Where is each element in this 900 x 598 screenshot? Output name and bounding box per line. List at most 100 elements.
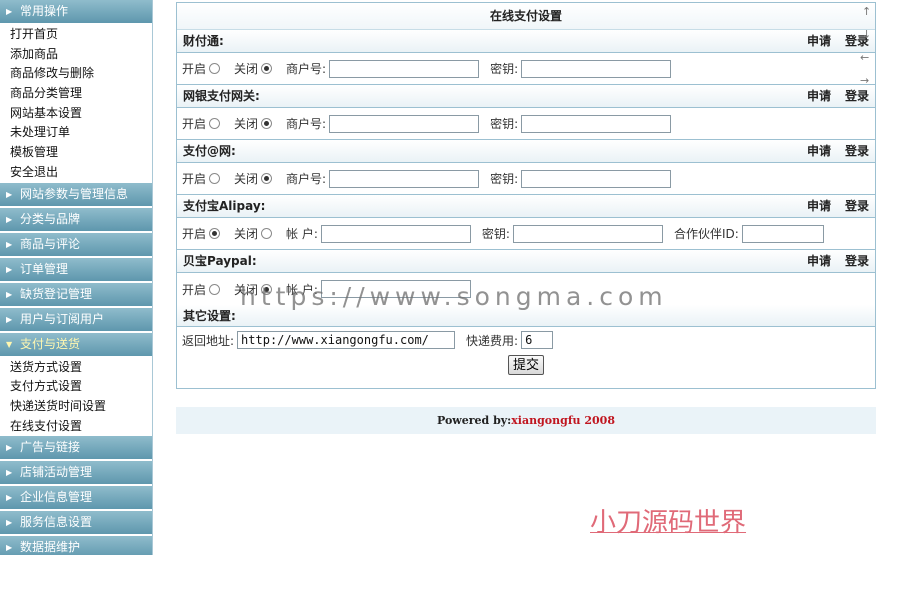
sidebar-item-delivery-time[interactable]: 快递送货时间设置	[0, 397, 152, 417]
merchant-label: 商户号:	[286, 172, 327, 186]
arrow-up-icon[interactable]: ↑	[862, 5, 871, 18]
open-label: 开启	[182, 282, 207, 297]
close-radio[interactable]	[261, 173, 273, 184]
merchant-input[interactable]	[329, 59, 480, 78]
key-label: 密钥:	[490, 172, 519, 186]
delivery-fee-input[interactable]: 6	[521, 331, 554, 349]
sidebar-section-products-reviews[interactable]: ▶ 商品与评论	[0, 232, 152, 256]
close-label: 关闭	[234, 172, 259, 186]
sidebar-item-add-product[interactable]: 添加商品	[0, 45, 152, 65]
close-label: 关闭	[234, 62, 259, 76]
triangle-right-icon: ▶	[6, 468, 13, 478]
open-radio[interactable]	[209, 283, 221, 295]
login-link[interactable]: 登录	[845, 254, 869, 268]
gateway-row-alipay: 开启 关闭 帐 户: 密钥: 合作伙伴ID:	[177, 218, 875, 250]
account-input[interactable]	[320, 224, 471, 243]
sidebar-section-common[interactable]: ▶ 常用操作	[0, 0, 152, 23]
return-address-label: 返回地址:	[182, 333, 235, 348]
triangle-right-icon: ▶	[6, 443, 13, 453]
sidebar: ▶ 常用操作 打开首页 添加商品 商品修改与删除 商品分类管理 网站基本设置 未处…	[0, 0, 153, 555]
arrow-right-icon[interactable]: →	[860, 74, 869, 87]
close-radio[interactable]	[261, 118, 273, 129]
triangle-right-icon: ▶	[6, 214, 13, 224]
sidebar-item-templates[interactable]: 模板管理	[0, 143, 152, 163]
triangle-down-icon: ▼	[6, 339, 13, 349]
sidebar-item-delivery-methods[interactable]: 送货方式设置	[0, 358, 152, 378]
return-address-input[interactable]: http://www.xiangongfu.com/	[237, 331, 456, 349]
sidebar-section-company-info[interactable]: ▶ 企业信息管理	[0, 486, 152, 510]
gateway-name: 网银支付网关:	[183, 89, 260, 103]
sidebar-item-open-home[interactable]: 打开首页	[0, 25, 152, 45]
triangle-right-icon: ▶	[6, 189, 13, 199]
sidebar-section-data-maintenance[interactable]: ▶ 数据据维护	[0, 536, 152, 555]
gateway-header-paypal: 贝宝Paypal: 申请 登录	[177, 250, 875, 273]
apply-link[interactable]: 申请	[807, 34, 831, 48]
sidebar-item-edit-product[interactable]: 商品修改与删除	[0, 64, 152, 84]
account-label: 帐 户:	[286, 227, 318, 241]
close-radio[interactable]	[261, 63, 273, 74]
login-link[interactable]: 登录	[845, 144, 869, 158]
key-label: 密钥:	[490, 117, 519, 131]
powered-by-footer: Powered by:xiangongfu 2008	[176, 407, 876, 434]
gateway-row-payatnet: 开启 关闭 商户号: 密钥:	[177, 163, 875, 195]
online-payment-panel: 在线支付设置 财付通: 申请 登录 开启 关闭 商户号: 密钥: 网银支付网关: …	[176, 2, 876, 389]
open-label: 开启	[182, 62, 207, 76]
close-label: 关闭	[234, 117, 259, 131]
merchant-label: 商户号:	[286, 62, 327, 76]
sidebar-item-payment-methods[interactable]: 支付方式设置	[0, 377, 152, 397]
partner-id-input[interactable]	[741, 224, 824, 243]
open-radio[interactable]	[209, 228, 221, 239]
open-radio[interactable]	[209, 63, 221, 74]
sidebar-section-service-info[interactable]: ▶ 服务信息设置	[0, 511, 152, 535]
arrow-down-icon[interactable]: ↓	[862, 28, 871, 41]
merchant-input[interactable]	[329, 114, 480, 133]
powered-prefix: Powered by:	[436, 414, 512, 427]
sidebar-item-site-settings[interactable]: 网站基本设置	[0, 104, 152, 124]
open-label: 开启	[182, 117, 207, 131]
apply-link[interactable]: 申请	[807, 199, 831, 213]
key-label: 密钥:	[481, 227, 510, 241]
sidebar-section-shop-events[interactable]: ▶ 店铺活动管理	[0, 461, 152, 485]
key-input[interactable]	[521, 114, 672, 133]
other-settings-title: 其它设置:	[183, 309, 236, 323]
open-label: 开启	[182, 227, 207, 241]
sidebar-item-online-payment[interactable]: 在线支付设置	[0, 417, 152, 437]
submit-button[interactable]: 提交	[507, 355, 544, 375]
open-radio[interactable]	[209, 173, 221, 184]
merchant-label: 商户号:	[286, 117, 327, 131]
sidebar-section-ads-links[interactable]: ▶ 广告与链接	[0, 436, 152, 460]
delivery-fee-label: 快递费用:	[466, 333, 519, 348]
gateway-header-tenpay: 财付通: 申请 登录	[177, 30, 875, 53]
apply-link[interactable]: 申请	[807, 254, 831, 268]
triangle-right-icon: ▶	[6, 264, 13, 274]
arrow-left-icon[interactable]: ←	[860, 51, 869, 64]
merchant-input[interactable]	[329, 169, 480, 188]
key-input[interactable]	[521, 59, 672, 78]
apply-link[interactable]: 申请	[807, 89, 831, 103]
gutter	[154, 0, 170, 555]
close-radio[interactable]	[261, 228, 273, 239]
sidebar-section-orders[interactable]: ▶ 订单管理	[0, 257, 152, 281]
login-link[interactable]: 登录	[845, 199, 869, 213]
sidebar-section-stockout[interactable]: ▶ 缺货登记管理	[0, 282, 152, 306]
page: ▶ 常用操作 打开首页 添加商品 商品修改与删除 商品分类管理 网站基本设置 未处…	[0, 0, 900, 598]
gateway-name: 支付宝Alipay:	[183, 199, 266, 213]
open-radio[interactable]	[209, 118, 221, 129]
sidebar-section-payment-delivery[interactable]: ▼ 支付与送货	[0, 332, 152, 356]
gateway-name: 支付@网:	[183, 144, 236, 158]
sidebar-item-logout[interactable]: 安全退出	[0, 163, 152, 183]
gateway-name: 贝宝Paypal:	[183, 254, 257, 268]
site-watermark: 小刀源码世界	[590, 508, 747, 538]
login-link[interactable]: 登录	[845, 89, 869, 103]
key-input[interactable]	[512, 224, 663, 243]
sidebar-item-pending-orders[interactable]: 未处理订单	[0, 123, 152, 143]
page-title: 在线支付设置	[177, 3, 875, 30]
sidebar-section-site-params[interactable]: ▶ 网站参数与管理信息	[0, 182, 152, 206]
sidebar-section-category-brand[interactable]: ▶ 分类与品牌	[0, 207, 152, 231]
open-label: 开启	[182, 172, 207, 186]
sidebar-section-users[interactable]: ▶ 用户与订阅用户	[0, 307, 152, 331]
key-input[interactable]	[521, 169, 672, 188]
apply-link[interactable]: 申请	[807, 144, 831, 158]
triangle-right-icon: ▶	[6, 518, 13, 528]
sidebar-item-category[interactable]: 商品分类管理	[0, 84, 152, 104]
